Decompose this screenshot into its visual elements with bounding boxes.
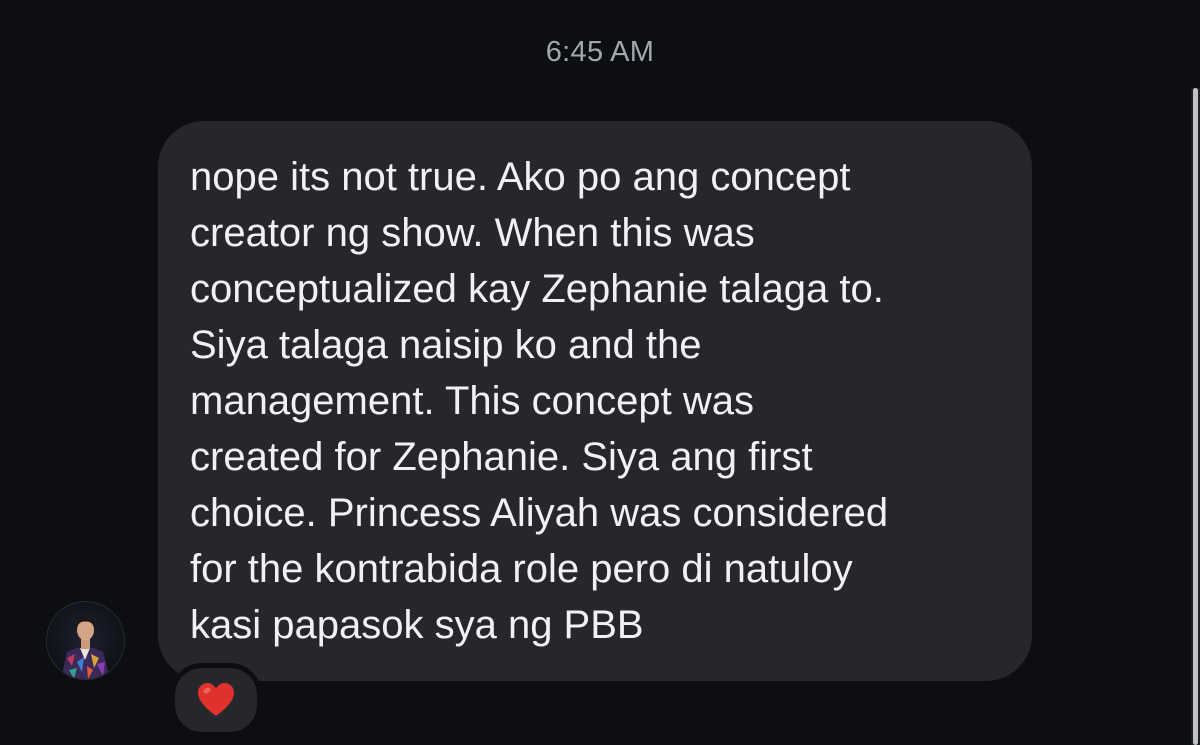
scrollbar-thumb[interactable] — [1193, 88, 1198, 745]
avatar-image — [47, 602, 124, 679]
message-timestamp: 6:45 AM — [545, 36, 655, 68]
scrollbar[interactable] — [1191, 88, 1200, 745]
chat-screen: 6:45 AM nope its not true. Ako po ang co… — [0, 0, 1200, 745]
heart-reaction[interactable] — [170, 663, 262, 737]
heart-icon — [198, 683, 234, 716]
sender-avatar[interactable] — [46, 601, 125, 680]
message-text: nope its not true. Ako po ang concept cr… — [190, 155, 889, 647]
message-bubble[interactable]: nope its not true. Ako po ang concept cr… — [158, 121, 1032, 681]
